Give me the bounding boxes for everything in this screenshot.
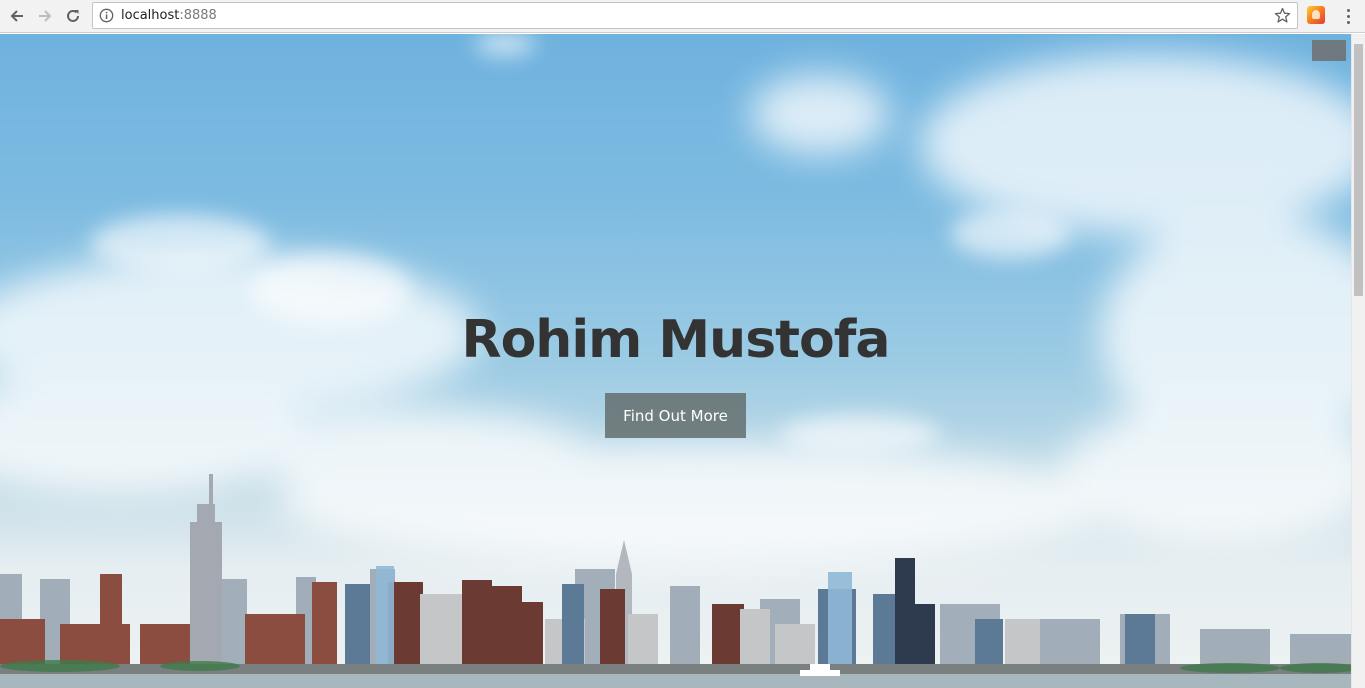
url-port: :8888 — [179, 8, 217, 23]
reload-button[interactable] — [61, 4, 85, 28]
arrow-right-icon — [39, 10, 52, 22]
browser-toolbar: localhost:8888 — [0, 0, 1365, 33]
arrow-left-icon — [10, 10, 23, 22]
star-icon[interactable] — [1274, 7, 1291, 24]
extension-icon[interactable] — [1307, 6, 1325, 24]
page-viewport: Rohim Mustofa Find Out More — [0, 34, 1351, 688]
forward-button[interactable] — [33, 4, 57, 28]
hero-title: Rohim Mustofa — [461, 310, 891, 370]
find-out-more-button[interactable]: Find Out More — [605, 393, 746, 438]
back-button[interactable] — [5, 4, 29, 28]
url-host: localhost — [121, 8, 180, 23]
address-bar[interactable]: localhost:8888 — [92, 2, 1298, 29]
kebab-menu-icon[interactable] — [1340, 5, 1356, 27]
info-icon[interactable] — [99, 8, 114, 23]
menu-toggle-button[interactable] — [1312, 40, 1346, 61]
scrollbar-thumb[interactable] — [1354, 44, 1363, 296]
url-text[interactable]: localhost:8888 — [121, 7, 217, 24]
reload-icon — [67, 9, 79, 22]
vertical-scrollbar[interactable] — [1351, 34, 1365, 688]
